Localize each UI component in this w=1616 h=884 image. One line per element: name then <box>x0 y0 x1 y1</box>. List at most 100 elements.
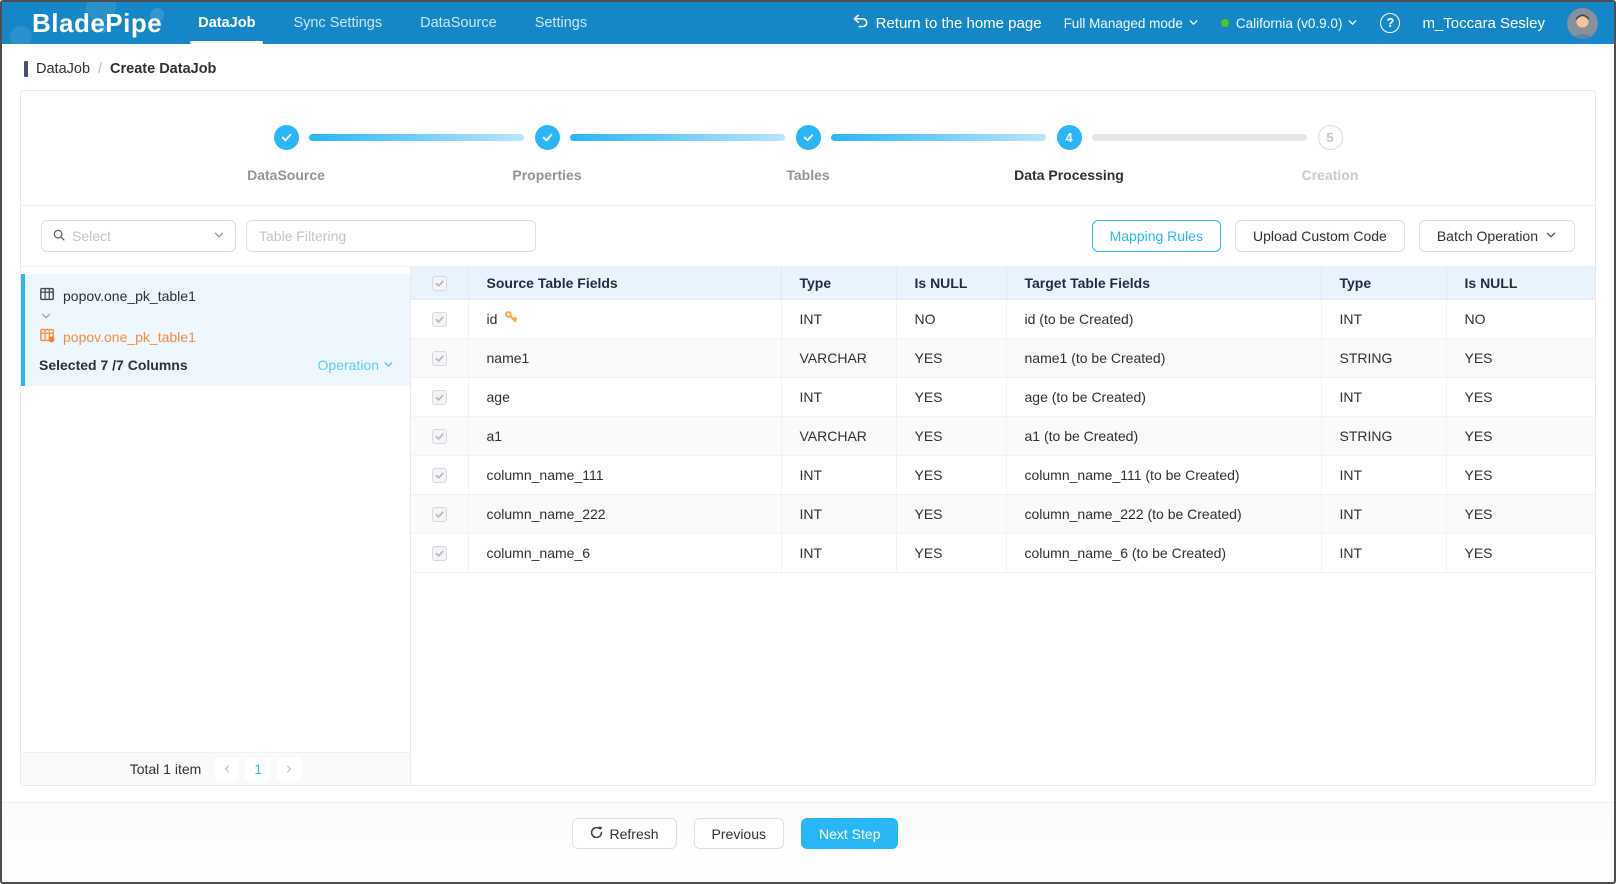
table-row: name1 VARCHAR YES name1 (to be Created) … <box>411 338 1595 377</box>
field-mapping-table: Source Table Fields Type Is NULL Target … <box>411 267 1595 573</box>
target-type-cell: INT <box>1321 377 1446 416</box>
return-home-label: Return to the home page <box>876 15 1042 32</box>
avatar[interactable] <box>1567 8 1598 39</box>
refresh-button[interactable]: Refresh <box>572 818 677 849</box>
row-checkbox[interactable] <box>432 507 447 522</box>
header-source-fields: Source Table Fields <box>468 267 781 299</box>
target-table-name: popov.one_pk_table1 <box>63 329 196 345</box>
operation-dropdown[interactable]: Operation <box>318 357 394 373</box>
step-label: Creation <box>1302 167 1359 183</box>
step-check-icon <box>274 125 299 150</box>
target-table-row[interactable]: popov.one_pk_table1 <box>39 327 394 346</box>
chevron-down-icon <box>1347 16 1358 31</box>
mode-label: Full Managed mode <box>1064 16 1183 31</box>
source-table-name: popov.one_pk_table1 <box>63 288 196 304</box>
row-checkbox[interactable] <box>432 351 447 366</box>
step-label: Properties <box>512 167 581 183</box>
source-type-cell: INT <box>781 533 896 572</box>
help-icon[interactable]: ? <box>1380 13 1400 33</box>
source-null-cell: NO <box>896 299 1006 338</box>
main-nav: DataJob Sync Settings DataSource Setting… <box>196 2 589 44</box>
source-field-name: a1 <box>468 416 781 455</box>
mode-selector[interactable]: Full Managed mode <box>1064 16 1199 31</box>
source-field-name: name1 <box>468 338 781 377</box>
mapping-rules-button[interactable]: Mapping Rules <box>1092 220 1221 252</box>
tree-expander-chevron-icon[interactable] <box>40 310 394 322</box>
app-logo: BladePipe <box>2 2 192 44</box>
source-type-cell: INT <box>781 455 896 494</box>
step-number: 5 <box>1318 125 1343 150</box>
search-icon <box>52 228 66 245</box>
target-field-cell: column_name_6 (to be Created) <box>1006 533 1321 572</box>
wizard-footer: Refresh Previous Next Step <box>2 802 1614 882</box>
step-number: 4 <box>1057 125 1082 150</box>
table-filter-input[interactable] <box>246 220 536 252</box>
target-type-cell: INT <box>1321 299 1446 338</box>
region-label: California (v0.9.0) <box>1236 16 1343 31</box>
next-step-button[interactable]: Next Step <box>801 818 898 849</box>
pagination-prev-icon[interactable] <box>215 757 239 781</box>
username-label[interactable]: m_Toccara Sesley <box>1422 15 1545 32</box>
header-source-type: Type <box>781 267 896 299</box>
upload-custom-code-button[interactable]: Upload Custom Code <box>1235 220 1405 252</box>
pagination-page-1[interactable]: 1 <box>245 757 271 781</box>
target-type-cell: INT <box>1321 494 1446 533</box>
chevron-down-icon <box>1188 16 1199 31</box>
source-field-name: column_name_111 <box>468 455 781 494</box>
header-source-null: Is NULL <box>896 267 1006 299</box>
nav-item-datasource[interactable]: DataSource <box>418 2 499 44</box>
source-null-cell: YES <box>896 377 1006 416</box>
region-selector[interactable]: California (v0.9.0) <box>1221 16 1359 31</box>
target-field-cell: column_name_111 (to be Created) <box>1006 455 1321 494</box>
table-row: column_name_111 INT YES column_name_111 … <box>411 455 1595 494</box>
return-home-link[interactable]: Return to the home page <box>852 13 1042 33</box>
table-row: column_name_222 INT YES column_name_222 … <box>411 494 1595 533</box>
target-field-cell: age (to be Created) <box>1006 377 1321 416</box>
source-null-cell: YES <box>896 416 1006 455</box>
pagination-total: Total 1 item <box>130 761 202 777</box>
row-checkbox[interactable] <box>432 429 447 444</box>
select-placeholder: Select <box>72 228 207 244</box>
source-type-cell: INT <box>781 377 896 416</box>
pagination-next-icon[interactable] <box>277 757 301 781</box>
table-icon <box>39 286 55 305</box>
nav-item-sync-settings[interactable]: Sync Settings <box>291 2 384 44</box>
target-null-cell: YES <box>1446 533 1595 572</box>
select-dropdown[interactable]: Select <box>41 220 236 252</box>
breadcrumb-current: Create DataJob <box>110 61 216 77</box>
step-label: Tables <box>786 167 829 183</box>
target-field-cell: name1 (to be Created) <box>1006 338 1321 377</box>
previous-button[interactable]: Previous <box>694 818 784 849</box>
source-table-row[interactable]: popov.one_pk_table1 <box>39 286 394 305</box>
navbar-left: BladePipe DataJob Sync Settings DataSour… <box>2 2 589 44</box>
status-dot-icon <box>1221 19 1229 27</box>
target-type-cell: STRING <box>1321 416 1446 455</box>
table-row: age INT YES age (to be Created) INT YES <box>411 377 1595 416</box>
step-label: Data Processing <box>1014 167 1124 183</box>
panel-pagination: Total 1 item 1 <box>21 752 410 785</box>
row-checkbox[interactable] <box>432 468 447 483</box>
app-window: BladePipe DataJob Sync Settings DataSour… <box>0 0 1616 884</box>
breadcrumb-parent[interactable]: DataJob <box>36 61 90 77</box>
top-navbar: BladePipe DataJob Sync Settings DataSour… <box>2 2 1614 44</box>
navbar-right: Return to the home page Full Managed mod… <box>852 2 1598 44</box>
primary-key-icon <box>504 310 518 327</box>
batch-operation-label: Batch Operation <box>1437 228 1538 244</box>
target-table-icon <box>39 327 55 346</box>
step-check-icon <box>535 125 560 150</box>
header-target-null: Is NULL <box>1446 267 1595 299</box>
nav-item-settings[interactable]: Settings <box>533 2 589 44</box>
row-checkbox[interactable] <box>432 546 447 561</box>
nav-item-datajob[interactable]: DataJob <box>196 2 257 44</box>
batch-operation-button[interactable]: Batch Operation <box>1419 220 1575 252</box>
row-checkbox[interactable] <box>432 390 447 405</box>
row-checkbox[interactable] <box>432 312 447 327</box>
select-all-checkbox[interactable] <box>432 276 447 291</box>
header-target-fields: Target Table Fields <box>1006 267 1321 299</box>
chevron-down-icon <box>383 357 394 373</box>
stepper: DataSource Properties Tables 4 Data Proc… <box>21 91 1595 206</box>
target-null-cell: YES <box>1446 494 1595 533</box>
source-null-cell: YES <box>896 455 1006 494</box>
table-list-item-selected[interactable]: popov.one_pk_table1 popov.one_pk_table1 … <box>21 274 410 386</box>
source-type-cell: INT <box>781 299 896 338</box>
